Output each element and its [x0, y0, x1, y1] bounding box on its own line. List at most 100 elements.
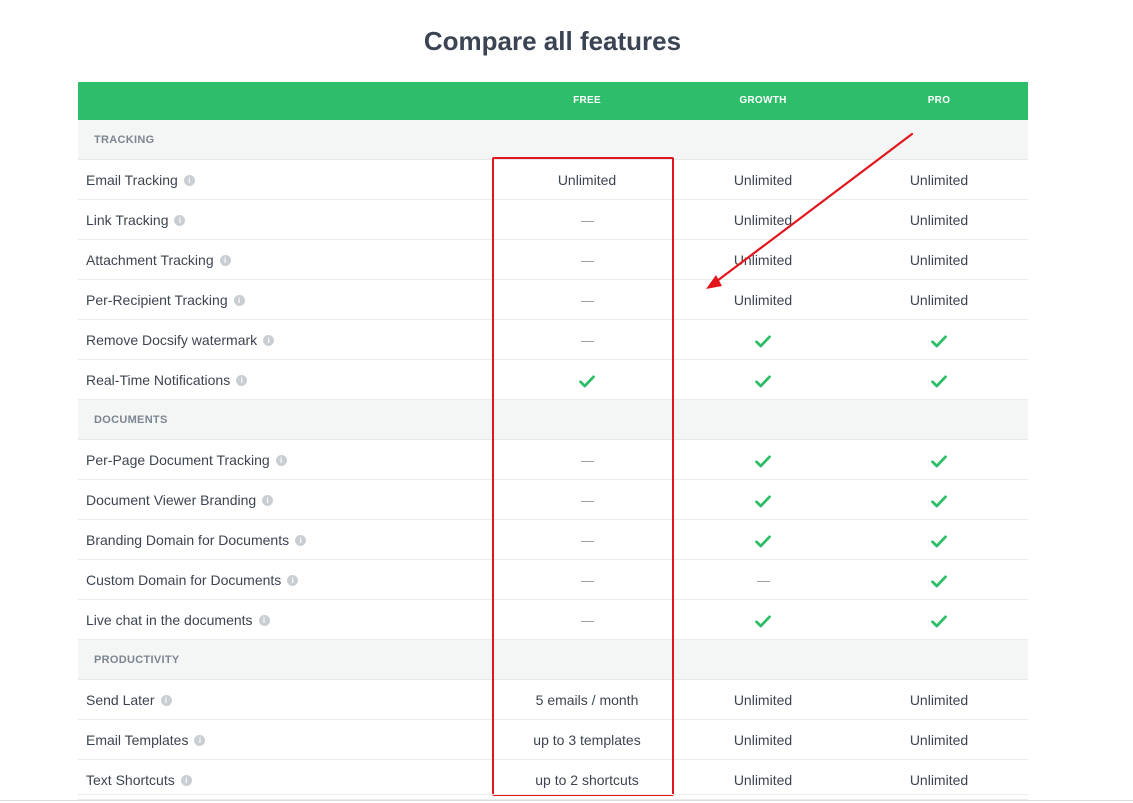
cell-value-pro: Unlimited: [909, 692, 969, 708]
info-icon[interactable]: i: [287, 574, 299, 586]
info-icon[interactable]: i: [263, 334, 275, 346]
dash-icon: [499, 600, 675, 639]
feature-name: Branding Domain for Documents i: [86, 520, 307, 560]
table-row: Document Viewer Branding i: [78, 480, 1028, 520]
section-header-productivity: PRODUCTIVITY: [78, 640, 1028, 680]
info-icon[interactable]: i: [258, 614, 270, 626]
info-icon[interactable]: i: [219, 254, 231, 266]
table-row: Per-Recipient Tracking i Unlimited Unlimite…: [78, 280, 1028, 320]
check-icon: [851, 600, 1027, 639]
feature-label: Per-Recipient Tracking: [86, 292, 228, 308]
check-icon: [675, 360, 851, 399]
feature-name: Email Tracking i: [86, 160, 195, 200]
cell-value-free: 5 emails / month: [535, 692, 639, 708]
info-icon[interactable]: i: [262, 494, 274, 506]
cell-value-growth: Unlimited: [733, 172, 793, 188]
cell-value-growth: Unlimited: [733, 252, 793, 268]
feature-label: Custom Domain for Documents: [86, 572, 282, 588]
table-row: Per-Page Document Tracking i: [78, 440, 1028, 480]
feature-name: Per-Page Document Tracking i: [86, 440, 287, 480]
feature-label: Attachment Tracking: [86, 252, 214, 268]
check-icon: [675, 440, 851, 479]
feature-label: Text Shortcuts: [86, 772, 175, 788]
check-icon: [851, 360, 1027, 399]
info-icon[interactable]: i: [174, 214, 186, 226]
column-header-growth: GROWTH: [739, 95, 787, 106]
dash-icon: [499, 520, 675, 559]
feature-label: Remove Docsify watermark: [86, 332, 258, 348]
feature-label: Real-Time Notifications: [86, 372, 231, 388]
feature-label: Link Tracking: [86, 212, 169, 228]
bottom-divider: [0, 800, 1133, 801]
cell-value-growth: Unlimited: [733, 692, 793, 708]
dash-icon: [499, 320, 675, 359]
dash-icon: [499, 200, 675, 239]
feature-name: Per-Recipient Tracking i: [86, 280, 245, 320]
feature-name: Live chat in the documents i: [86, 600, 270, 640]
feature-name: Document Viewer Branding i: [86, 480, 274, 520]
column-header-free: FREE: [573, 95, 601, 106]
check-icon: [499, 360, 675, 399]
dash-icon: [499, 240, 675, 279]
feature-name: Link Tracking i: [86, 200, 186, 240]
feature-name: Email Templates i: [86, 720, 206, 760]
table-row: Custom Domain for Documents i: [78, 560, 1028, 600]
section-header-documents: DOCUMENTS: [78, 400, 1028, 440]
info-icon[interactable]: i: [295, 534, 307, 546]
feature-label: Document Viewer Branding: [86, 492, 257, 508]
page-title: Compare all features: [423, 26, 682, 56]
check-icon: [675, 480, 851, 519]
cell-value-pro: Unlimited: [909, 172, 969, 188]
section-label: TRACKING: [94, 134, 155, 146]
column-header-pro: PRO: [927, 95, 951, 106]
cell-value-free: up to 3 templates: [533, 732, 641, 748]
feature-name: Attachment Tracking i: [86, 240, 231, 280]
info-icon[interactable]: i: [275, 454, 287, 466]
table-row: Send Later i 5 emails / month Unlimited Unli…: [78, 680, 1028, 720]
section-label: PRODUCTIVITY: [94, 654, 180, 666]
cell-value-growth: Unlimited: [733, 292, 793, 308]
cell-value-pro: Unlimited: [909, 292, 969, 308]
cell-value-free: Unlimited: [557, 172, 617, 188]
check-icon: [851, 520, 1027, 559]
check-icon: [675, 600, 851, 639]
feature-name: Real-Time Notifications i: [86, 360, 248, 400]
feature-name: Remove Docsify watermark i: [86, 320, 275, 360]
table-row: Branding Domain for Documents i: [78, 520, 1028, 560]
feature-name: Custom Domain for Documents i: [86, 560, 299, 600]
table-row: Remove Docsify watermark i: [78, 320, 1028, 360]
info-icon[interactable]: i: [233, 294, 245, 306]
feature-label: Send Later: [86, 692, 155, 708]
check-icon: [851, 440, 1027, 479]
info-icon[interactable]: i: [194, 734, 206, 746]
feature-label: Per-Page Document Tracking: [86, 452, 270, 468]
feature-label: Live chat in the documents: [86, 612, 253, 628]
check-icon: [675, 320, 851, 359]
info-icon[interactable]: i: [183, 174, 195, 186]
section-header-tracking: TRACKING: [78, 120, 1028, 160]
cell-value-pro: Unlimited: [909, 252, 969, 268]
dash-icon: [499, 480, 675, 519]
cell-value-pro: Unlimited: [909, 732, 969, 748]
info-icon[interactable]: i: [160, 694, 172, 706]
dash-icon: [499, 560, 675, 599]
table-row: Real-Time Notifications i: [78, 360, 1028, 400]
feature-label: Branding Domain for Documents: [86, 532, 290, 548]
table-header: FREE GROWTH PRO: [78, 82, 1028, 120]
feature-label: Email Tracking: [86, 172, 178, 188]
features-comparison-table: FREE GROWTH PRO TRACKING Email Tracking i U…: [78, 82, 1028, 800]
check-icon: [675, 520, 851, 559]
table-body: TRACKING Email Tracking i Unlimited Unlimite…: [78, 120, 1028, 800]
info-icon[interactable]: i: [180, 774, 192, 786]
info-icon[interactable]: i: [236, 374, 248, 386]
table-row: Email Tracking i Unlimited Unlimited Unlimit…: [78, 160, 1028, 200]
dash-icon: [499, 440, 675, 479]
dash-icon: [675, 560, 851, 599]
feature-name: Send Later i: [86, 680, 172, 720]
cell-value-pro: Unlimited: [909, 212, 969, 228]
table-row: Email Templates i up to 3 templates Unlimit…: [78, 720, 1028, 760]
table-row: Live chat in the documents i: [78, 600, 1028, 640]
table-row: Link Tracking i Unlimited Unlimited: [78, 200, 1028, 240]
check-icon: [851, 320, 1027, 359]
dash-icon: [499, 280, 675, 319]
